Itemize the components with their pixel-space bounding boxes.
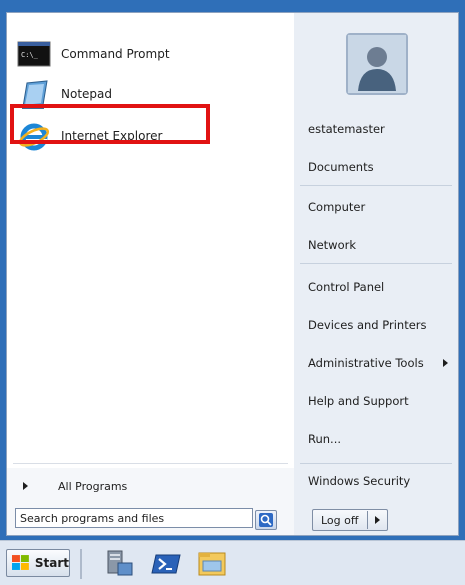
taskbar: Start bbox=[0, 540, 465, 585]
all-programs-button[interactable]: All Programs bbox=[11, 473, 291, 499]
log-off-divider bbox=[367, 511, 368, 529]
program-internet-explorer[interactable]: Internet Explorer bbox=[11, 119, 291, 153]
log-off-label: Log off bbox=[321, 513, 359, 527]
notepad-icon bbox=[17, 77, 51, 111]
start-label: Start bbox=[34, 556, 69, 570]
windows-logo-icon bbox=[11, 555, 29, 570]
file-explorer-icon[interactable] bbox=[196, 547, 228, 579]
submenu-arrow-icon bbox=[443, 359, 448, 367]
system-links-pane: estatemaster Documents Computer Network … bbox=[294, 13, 458, 535]
taskbar-separator bbox=[80, 549, 82, 579]
server-manager-icon[interactable] bbox=[104, 547, 136, 579]
computer-label: Computer bbox=[308, 200, 366, 214]
user-avatar[interactable] bbox=[346, 33, 408, 95]
pinned-programs-pane: C:\_ Command Prompt Notepad Internet Exp… bbox=[7, 13, 295, 468]
windows-security-link[interactable]: Windows Security bbox=[294, 465, 458, 497]
program-label: Notepad bbox=[61, 87, 112, 101]
expand-arrow-icon bbox=[23, 482, 28, 490]
start-menu-body: C:\_ Command Prompt Notepad Internet Exp… bbox=[6, 12, 459, 536]
devices-printers-label: Devices and Printers bbox=[308, 318, 427, 332]
program-label: Command Prompt bbox=[61, 47, 170, 61]
program-notepad[interactable]: Notepad bbox=[11, 77, 291, 111]
command-prompt-icon: C:\_ bbox=[17, 37, 51, 71]
right-separator bbox=[300, 185, 452, 186]
internet-explorer-icon bbox=[17, 119, 51, 153]
start-menu: C:\_ Command Prompt Notepad Internet Exp… bbox=[0, 0, 465, 540]
user-avatar-icon bbox=[348, 35, 406, 93]
program-command-prompt[interactable]: C:\_ Command Prompt bbox=[11, 37, 291, 71]
help-support-link[interactable]: Help and Support bbox=[294, 385, 458, 417]
run-label: Run... bbox=[308, 432, 342, 446]
help-support-label: Help and Support bbox=[308, 394, 409, 408]
start-button[interactable]: Start bbox=[6, 549, 70, 577]
network-link[interactable]: Network bbox=[294, 229, 458, 261]
search-input[interactable] bbox=[15, 508, 253, 528]
user-folder-link[interactable]: estatemaster bbox=[294, 113, 458, 145]
magnifier-icon bbox=[259, 513, 273, 527]
administrative-tools-label: Administrative Tools bbox=[308, 356, 424, 370]
devices-printers-link[interactable]: Devices and Printers bbox=[294, 309, 458, 341]
windows-security-label: Windows Security bbox=[308, 474, 411, 488]
control-panel-label: Control Panel bbox=[308, 280, 385, 294]
shutdown-options-arrow-icon[interactable] bbox=[375, 516, 380, 524]
all-programs-label: All Programs bbox=[58, 479, 128, 493]
powershell-icon[interactable] bbox=[150, 547, 182, 579]
all-programs-separator bbox=[13, 463, 288, 464]
network-label: Network bbox=[308, 238, 357, 252]
log-off-button[interactable]: Log off bbox=[312, 509, 388, 531]
documents-link[interactable]: Documents bbox=[294, 151, 458, 183]
svg-text:C:\_: C:\_ bbox=[21, 51, 39, 59]
control-panel-link[interactable]: Control Panel bbox=[294, 271, 458, 303]
administrative-tools-link[interactable]: Administrative Tools bbox=[294, 347, 458, 379]
right-separator bbox=[300, 463, 452, 464]
right-separator bbox=[300, 263, 452, 264]
run-link[interactable]: Run... bbox=[294, 423, 458, 455]
program-label: Internet Explorer bbox=[61, 129, 163, 143]
user-name-label: estatemaster bbox=[308, 122, 385, 136]
computer-link[interactable]: Computer bbox=[294, 191, 458, 223]
search-button[interactable] bbox=[255, 510, 277, 530]
documents-label: Documents bbox=[308, 160, 374, 174]
